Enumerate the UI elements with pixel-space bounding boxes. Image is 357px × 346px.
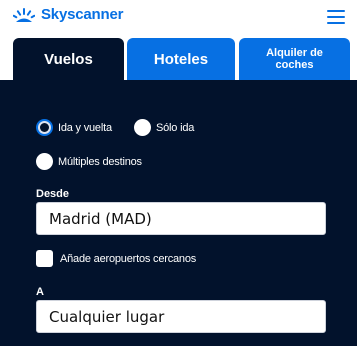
nearby-airports-label: Añade aeropuertos cercanos (60, 252, 197, 265)
radio-round-trip[interactable]: Ida y vuelta (36, 119, 112, 136)
hamburger-menu-icon[interactable] (327, 10, 345, 24)
tab-flights[interactable]: Vuelos (13, 38, 124, 80)
skyscanner-logo[interactable]: Skyscanner (13, 6, 123, 23)
radio-label-one-way: Sólo ida (156, 121, 195, 134)
radio-one-way[interactable]: Sólo ida (134, 119, 194, 136)
search-tabs: Vuelos Hoteles Alquiler de coches (0, 38, 357, 80)
nearby-airports-option[interactable]: Añade aeropuertos cercanos (36, 250, 196, 267)
nearby-airports-checkbox[interactable] (36, 250, 53, 267)
brand-name: Skyscanner (41, 6, 124, 23)
to-input[interactable]: Cualquier lugar (36, 300, 326, 333)
top-header: Skyscanner (0, 0, 357, 38)
radio-label-multi-city: Múltiples destinos (58, 155, 142, 168)
flight-search-panel: Ida y vuelta Sólo ida Múltiples destinos… (0, 80, 357, 346)
radio-button-selected[interactable] (36, 119, 53, 136)
tab-hotels[interactable]: Hoteles (127, 38, 235, 80)
tab-car-rental[interactable]: Alquiler de coches (239, 38, 350, 80)
to-label: A (36, 286, 44, 298)
radio-button[interactable] (36, 153, 53, 170)
radio-button[interactable] (134, 119, 151, 136)
from-input[interactable]: Madrid (MAD) (36, 202, 326, 235)
radio-label-round-trip: Ida y vuelta (58, 121, 112, 134)
from-label: Desde (36, 188, 70, 200)
radio-multi-city[interactable]: Múltiples destinos (36, 153, 142, 170)
sunrise-logo-icon (13, 7, 35, 23)
